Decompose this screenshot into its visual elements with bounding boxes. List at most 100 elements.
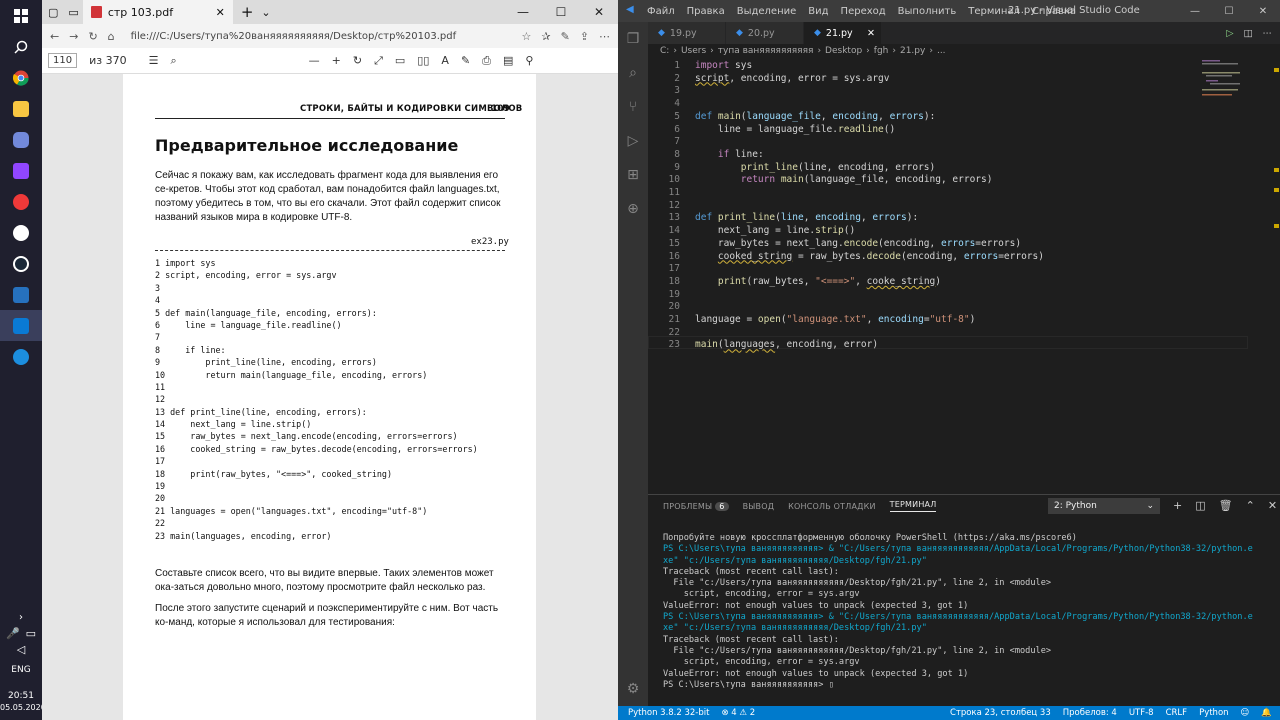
breadcrumb-item[interactable]: Desktop: [825, 46, 862, 56]
edge-icon[interactable]: [0, 341, 42, 372]
tab-problems[interactable]: ПРОБЛЕМЫ 6: [663, 501, 729, 511]
tab-pdf[interactable]: стр 103.pdf ✕: [82, 0, 233, 24]
back-icon[interactable]: ←: [50, 30, 59, 43]
minimap[interactable]: [1202, 58, 1262, 98]
explorer-icon[interactable]: ❐: [618, 22, 648, 56]
breadcrumb-item[interactable]: тупа ваняяяяяяяяяя: [718, 46, 814, 56]
breadcrumb-item[interactable]: 21.py: [900, 46, 925, 56]
minimize-icon[interactable]: —: [504, 5, 542, 19]
zoom-out-icon[interactable]: —: [309, 54, 320, 67]
trash-icon[interactable]: 🗑: [1219, 499, 1233, 512]
share-icon[interactable]: ⇪: [580, 30, 589, 43]
page-view-icon[interactable]: ▭: [395, 54, 405, 67]
tab-actions-icon[interactable]: ▢: [42, 6, 64, 19]
editor-scrollbar[interactable]: [1272, 58, 1280, 488]
extensions-icon[interactable]: ⊞: [618, 158, 648, 192]
run-icon[interactable]: ▷: [1226, 28, 1233, 39]
breadcrumb-item[interactable]: fgh: [874, 46, 889, 56]
tab-terminal[interactable]: ТЕРМИНАЛ: [889, 500, 937, 512]
remote-icon[interactable]: ⊕: [618, 192, 648, 226]
code-line[interactable]: print_line(line, encoding, errors): [695, 162, 935, 173]
language-indicator[interactable]: ENG: [0, 664, 42, 676]
rotate-icon[interactable]: ↻: [353, 54, 362, 67]
terminal-output[interactable]: Попробуйте новую кроссплатформенную обол…: [663, 533, 1253, 691]
search-icon[interactable]: ⌕: [618, 56, 648, 90]
vivaldi-icon[interactable]: [0, 186, 42, 217]
close-tab-icon[interactable]: ✕: [216, 6, 225, 19]
menu-item[interactable]: Переход: [841, 6, 886, 17]
end-of-line[interactable]: CRLF: [1166, 708, 1187, 718]
vscode-icon[interactable]: [0, 310, 42, 341]
pin-icon[interactable]: ⚲: [525, 54, 533, 67]
powershell-icon[interactable]: [0, 279, 42, 310]
forward-icon[interactable]: →: [69, 30, 78, 43]
code-line[interactable]: main(languages, encoding, error): [695, 339, 878, 350]
breadcrumb-item[interactable]: C:: [660, 46, 669, 56]
draw-icon[interactable]: ✎: [461, 54, 470, 67]
steam-icon[interactable]: [0, 248, 42, 279]
menu-item[interactable]: Правка: [687, 6, 725, 17]
code-line[interactable]: return main(language_file, encoding, err…: [695, 174, 993, 185]
code-line[interactable]: def print_line(line, encoding, errors):: [695, 212, 918, 223]
menu-item[interactable]: Вид: [808, 6, 828, 17]
more-icon[interactable]: ⋯: [599, 30, 610, 43]
reading-list-icon[interactable]: ✎: [561, 30, 570, 43]
terminal-select[interactable]: 2: Python ⌄: [1048, 498, 1160, 514]
clock-date[interactable]: 05.05.2020: [0, 702, 46, 714]
network-icon[interactable]: ▭: [26, 628, 36, 640]
discord-icon[interactable]: [0, 124, 42, 155]
tab-output[interactable]: ВЫВОД: [743, 502, 775, 511]
breadcrumb-item[interactable]: Users: [681, 46, 706, 56]
code-line[interactable]: language = open("language.txt", encoding…: [695, 314, 975, 325]
maximize-icon[interactable]: ☐: [542, 5, 580, 19]
code-line[interactable]: script, encoding, error = sys.argv: [695, 73, 889, 84]
zoom-in-icon[interactable]: +: [332, 54, 341, 67]
run-debug-icon[interactable]: ▷: [618, 124, 648, 158]
code-line[interactable]: next_lang = line.strip(): [695, 225, 855, 236]
github-icon[interactable]: [0, 217, 42, 248]
split-terminal-icon[interactable]: ◫: [1195, 499, 1205, 512]
problems-status[interactable]: ⊗ 4 ⚠ 2: [721, 708, 755, 718]
source-control-icon[interactable]: ⑂: [618, 90, 648, 124]
refresh-icon[interactable]: ↻: [88, 30, 97, 43]
code-line[interactable]: raw_bytes = next_lang.encode(encoding, e…: [695, 238, 1021, 249]
save-icon[interactable]: ▤: [503, 54, 513, 67]
code-line[interactable]: import sys: [695, 60, 752, 71]
code-editor[interactable]: 1 import sys 2 script, encoding, error = sy…: [648, 58, 1280, 488]
new-tab-button[interactable]: +: [233, 3, 262, 21]
clock-time[interactable]: 20:51: [0, 690, 42, 702]
home-icon[interactable]: ⌂: [108, 30, 115, 43]
code-line[interactable]: print(raw_bytes, "<===>", cooke_string): [695, 276, 941, 287]
indentation[interactable]: Пробелов: 4: [1063, 708, 1117, 718]
code-line[interactable]: def main(language_file, encoding, errors…: [695, 111, 935, 122]
settings-gear-icon[interactable]: ⚙: [618, 672, 648, 706]
tab-dropdown-icon[interactable]: ⌄: [261, 6, 270, 19]
windows-start-icon[interactable]: [0, 0, 42, 31]
fit-page-icon[interactable]: ⤢: [374, 54, 383, 68]
maximize-panel-icon[interactable]: ⌃: [1246, 499, 1255, 512]
encoding[interactable]: UTF-8: [1129, 708, 1154, 718]
tab-20py[interactable]: ◆ 20.py: [726, 22, 804, 44]
print-icon[interactable]: ⎙: [482, 54, 491, 68]
breadcrumb-item[interactable]: ...: [937, 46, 946, 56]
more-actions-icon[interactable]: ⋯: [1263, 28, 1273, 39]
tab-19py[interactable]: ◆ 19.py: [648, 22, 726, 44]
close-panel-icon[interactable]: ✕: [1268, 499, 1277, 512]
url-input[interactable]: file:///C:/Users/тупа%20ваняяяяяяяяяя/De…: [125, 26, 512, 46]
tab-debug-console[interactable]: КОНСОЛЬ ОТЛАДКИ: [788, 502, 876, 511]
menu-item[interactable]: Выделение: [737, 6, 797, 17]
menu-item[interactable]: Файл: [647, 6, 675, 17]
search-icon[interactable]: [0, 31, 42, 62]
code-line[interactable]: if line:: [695, 149, 764, 160]
tab-back-icon[interactable]: ▭: [64, 6, 82, 19]
python-interpreter[interactable]: Python 3.8.2 32-bit: [628, 708, 709, 718]
cursor-position[interactable]: Строка 23, столбец 33: [950, 708, 1051, 718]
microphone-icon[interactable]: 🎤: [6, 628, 20, 640]
twitch-icon[interactable]: [0, 155, 42, 186]
split-editor-icon[interactable]: ◫: [1244, 28, 1253, 39]
pdf-viewer[interactable]: СТРОКИ, БАЙТЫ И КОДИРОВКИ СИМВОЛОВ 109 П…: [42, 74, 618, 720]
file-explorer-icon[interactable]: [0, 93, 42, 124]
tab-21py[interactable]: ◆ 21.py ✕: [804, 22, 882, 44]
notifications-icon[interactable]: 🔔: [1261, 708, 1272, 718]
contents-icon[interactable]: ☰: [149, 54, 159, 67]
